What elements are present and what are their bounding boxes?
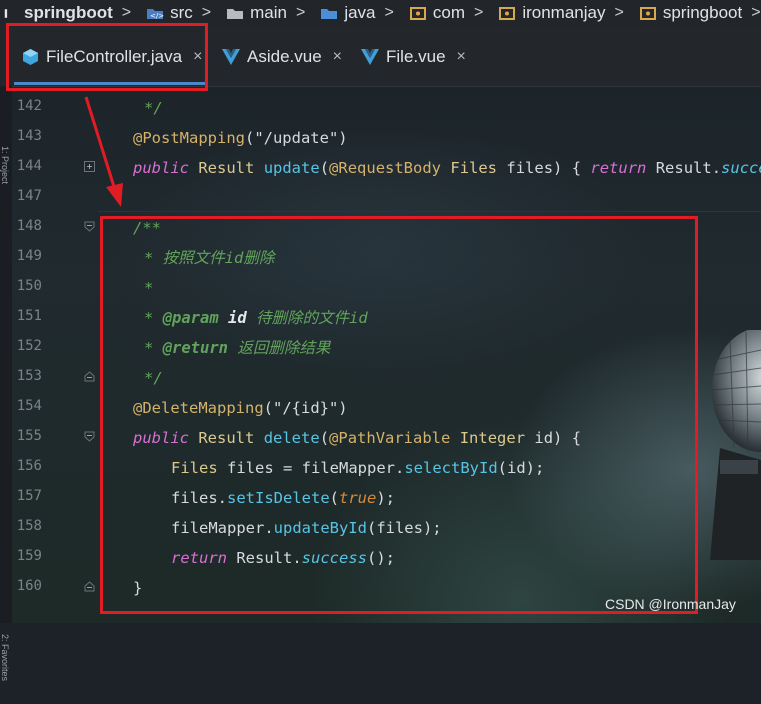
code-line: */ [144,99,163,117]
tab-highlight-box [6,23,208,91]
code-highlight-box [100,216,698,614]
watermark: CSDN @IronmanJay [605,596,736,612]
code-line: public Result update(@RequestBody Files … [133,159,761,177]
code-line: @PostMapping("/update") [133,129,348,147]
favorites-tool-button[interactable]: 2: Favorites [0,634,10,704]
